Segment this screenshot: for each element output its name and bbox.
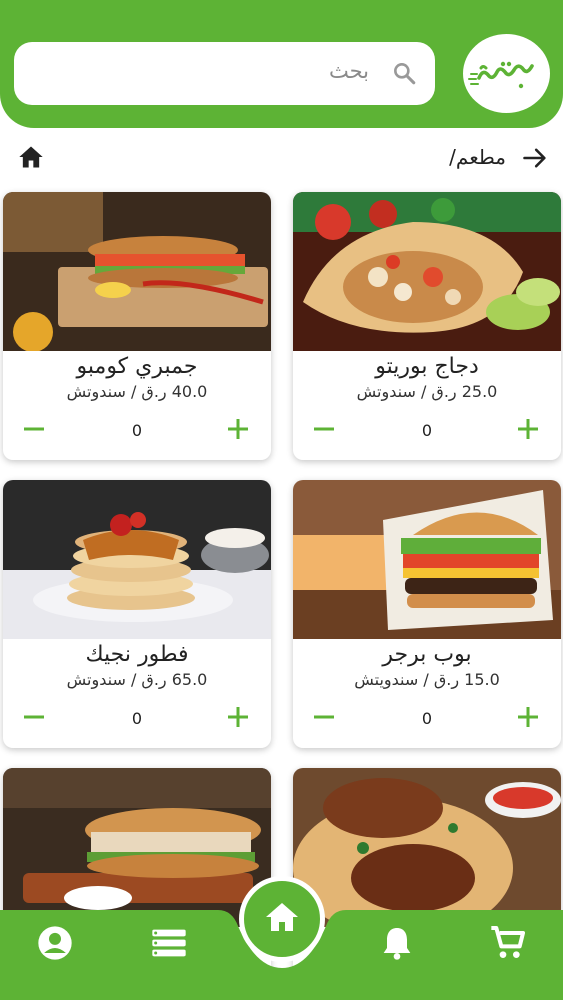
product-photo [293,768,561,927]
brand-logo [463,34,550,113]
quantity-value: 0 [421,709,433,728]
product-photo [3,192,271,351]
product-photo [293,192,561,351]
home-icon[interactable] [16,143,46,171]
search-placeholder: بحث [328,59,369,83]
product-card[interactable]: بوب برجر 15.0 ر.ق / سندويتش 0 [293,480,561,748]
home-button[interactable] [239,876,325,962]
quantity-value: 0 [421,421,433,440]
minus-icon[interactable] [23,706,45,728]
home-icon [266,903,298,931]
product-price: 40.0 ر.ق / سندوتش [66,382,208,401]
account-icon[interactable] [35,923,75,963]
product-price: 15.0 ر.ق / سندويتش [354,670,500,689]
plus-icon[interactable] [517,418,539,440]
quantity-value: 0 [131,421,143,440]
bell-icon[interactable] [377,923,417,963]
product-name: جمبري كومبو [76,354,198,379]
search-bar[interactable]: بحث [14,42,435,105]
app-header: بحث [0,0,563,128]
search-icon [394,63,416,85]
product-name: بوب برجر [382,642,472,667]
product-name: فطور نجيك [85,642,189,667]
arrow-right-icon[interactable] [520,144,550,172]
product-name: دجاج بوريتو [375,354,479,379]
product-photo [293,480,561,639]
plus-icon[interactable] [517,706,539,728]
product-card[interactable]: فطور نجيك 65.0 ر.ق / سندوتش 0 [3,480,271,748]
minus-icon[interactable] [313,706,335,728]
product-card[interactable]: دجاج بوريتو 25.0 ر.ق / سندوتش 0 [293,192,561,460]
plus-icon[interactable] [227,418,249,440]
breadcrumb-label: مطعم/ [449,145,506,169]
product-photo [3,480,271,639]
plus-icon[interactable] [227,706,249,728]
list-icon[interactable] [149,923,189,963]
cart-icon[interactable] [488,923,528,963]
minus-icon[interactable] [23,418,45,440]
product-photo [3,768,271,927]
product-price: 25.0 ر.ق / سندوتش [356,382,498,401]
quantity-value: 0 [131,709,143,728]
product-card[interactable]: جمبري كومبو 40.0 ر.ق / سندوتش 0 [3,192,271,460]
product-price: 65.0 ر.ق / سندوتش [66,670,208,689]
minus-icon[interactable] [313,418,335,440]
